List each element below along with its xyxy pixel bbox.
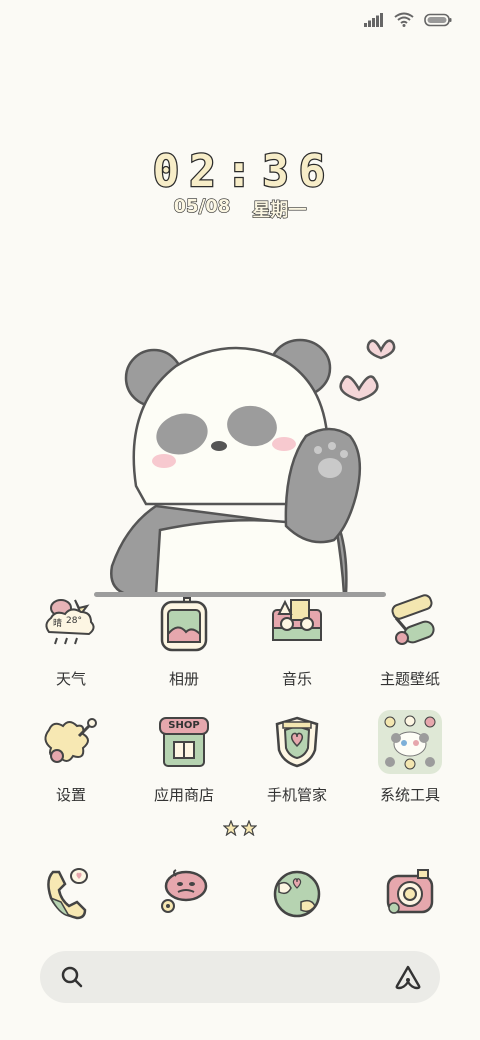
gallery-icon — [152, 594, 216, 658]
page-dot-active-icon — [223, 820, 239, 836]
page-dot-icon — [241, 820, 257, 836]
app-label: 音乐 — [281, 670, 312, 688]
app-store-icon: SHOP — [152, 710, 216, 774]
status-bar — [0, 0, 480, 40]
weather-temp: 28° — [66, 616, 82, 626]
app-phone-manager[interactable]: 手机管家 — [242, 710, 352, 805]
camera-icon — [378, 862, 442, 926]
browser-icon — [265, 862, 329, 926]
phone-manager-icon — [265, 710, 329, 774]
system-tools-folder-icon — [378, 710, 442, 774]
app-label: 主题壁纸 — [379, 670, 440, 688]
heart-icon-small — [366, 339, 396, 360]
assistant-icon[interactable] — [394, 964, 422, 990]
theme-wallpaper-icon — [378, 594, 442, 658]
app-theme-wallpaper[interactable]: 主题壁纸 — [355, 594, 465, 689]
search-icon[interactable] — [60, 965, 84, 989]
app-music[interactable]: 音乐 — [242, 594, 352, 689]
signal-icon — [364, 12, 383, 27]
battery-icon — [424, 13, 452, 26]
app-store[interactable]: SHOP 应用商店 — [129, 710, 239, 805]
app-label: 相册 — [168, 670, 199, 688]
folder-system-tools[interactable]: 系统工具 — [355, 710, 465, 805]
weather-condition: 晴 — [53, 619, 63, 629]
app-label: 系统工具 — [379, 786, 440, 804]
wifi-icon — [394, 12, 414, 27]
app-label: 天气 — [55, 670, 86, 688]
page-indicator[interactable] — [0, 820, 480, 836]
music-icon — [265, 594, 329, 658]
app-settings[interactable]: 设置 — [16, 710, 126, 805]
app-label: 手机管家 — [266, 786, 327, 804]
clock-time: 02:36 — [152, 146, 336, 197]
settings-icon — [39, 710, 103, 774]
clock-date: 05/08 — [173, 195, 231, 217]
dock-phone[interactable] — [16, 862, 126, 926]
search-input[interactable] — [100, 951, 374, 1005]
dock-browser[interactable] — [242, 862, 352, 926]
clock-date-row: 05/08 星期一 — [0, 195, 480, 222]
panda-wallpaper-illustration — [94, 338, 396, 597]
phone-icon — [39, 862, 103, 926]
app-weather[interactable]: 晴 28° 天气 — [16, 594, 126, 689]
clock-widget[interactable]: 02:36 05/08 星期一 — [0, 146, 480, 222]
app-label: 应用商店 — [153, 786, 214, 804]
dock-camera[interactable] — [355, 862, 465, 926]
app-label: 设置 — [55, 786, 86, 804]
clock-weekday: 星期一 — [252, 199, 307, 221]
heart-icon-large — [339, 375, 379, 402]
dock-messages[interactable] — [129, 862, 239, 926]
shop-sign-text: SHOP — [168, 720, 200, 731]
weather-icon: 晴 28° — [39, 594, 103, 658]
app-gallery[interactable]: 相册 — [129, 594, 239, 689]
messages-icon — [152, 862, 216, 926]
search-bar[interactable] — [40, 951, 440, 1005]
